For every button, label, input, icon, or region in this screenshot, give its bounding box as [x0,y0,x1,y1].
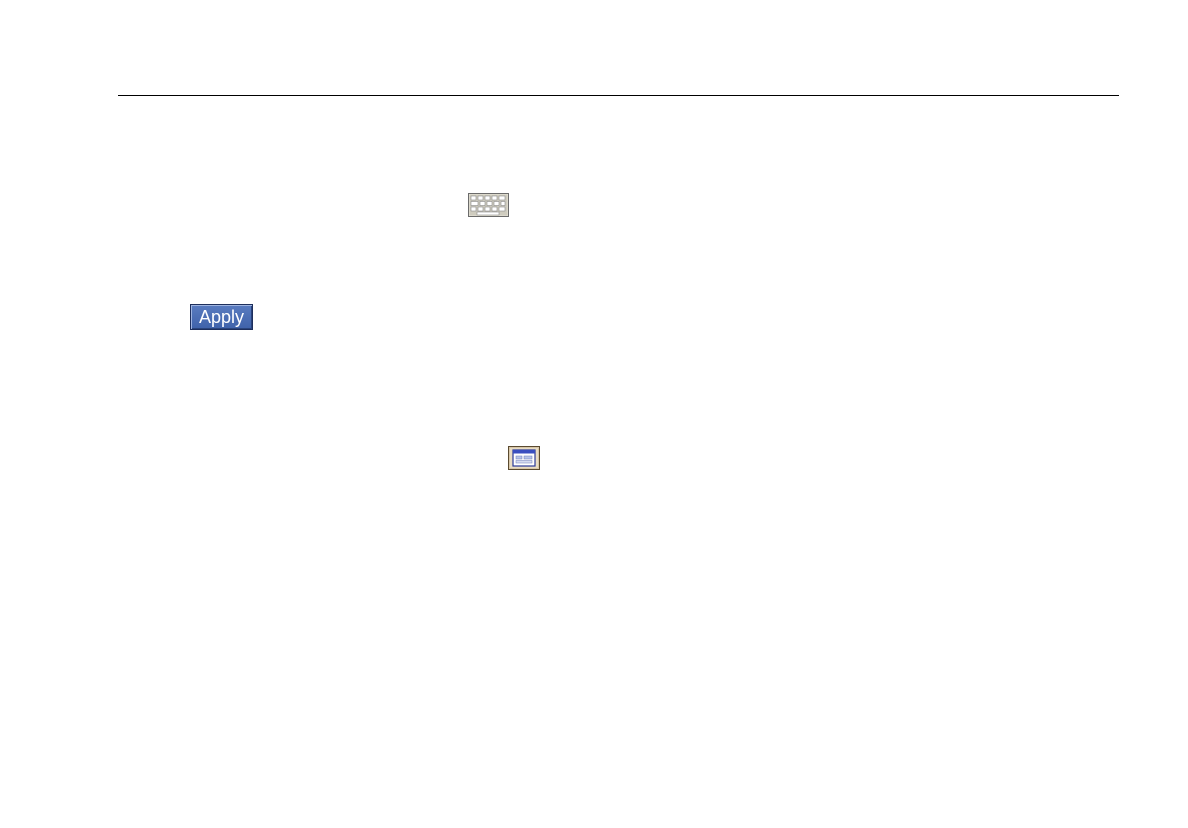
header-rule [118,95,1119,96]
window-icon[interactable] [508,446,540,470]
apply-button[interactable]: Apply [190,304,253,330]
keyboard-icon[interactable] [468,193,509,217]
